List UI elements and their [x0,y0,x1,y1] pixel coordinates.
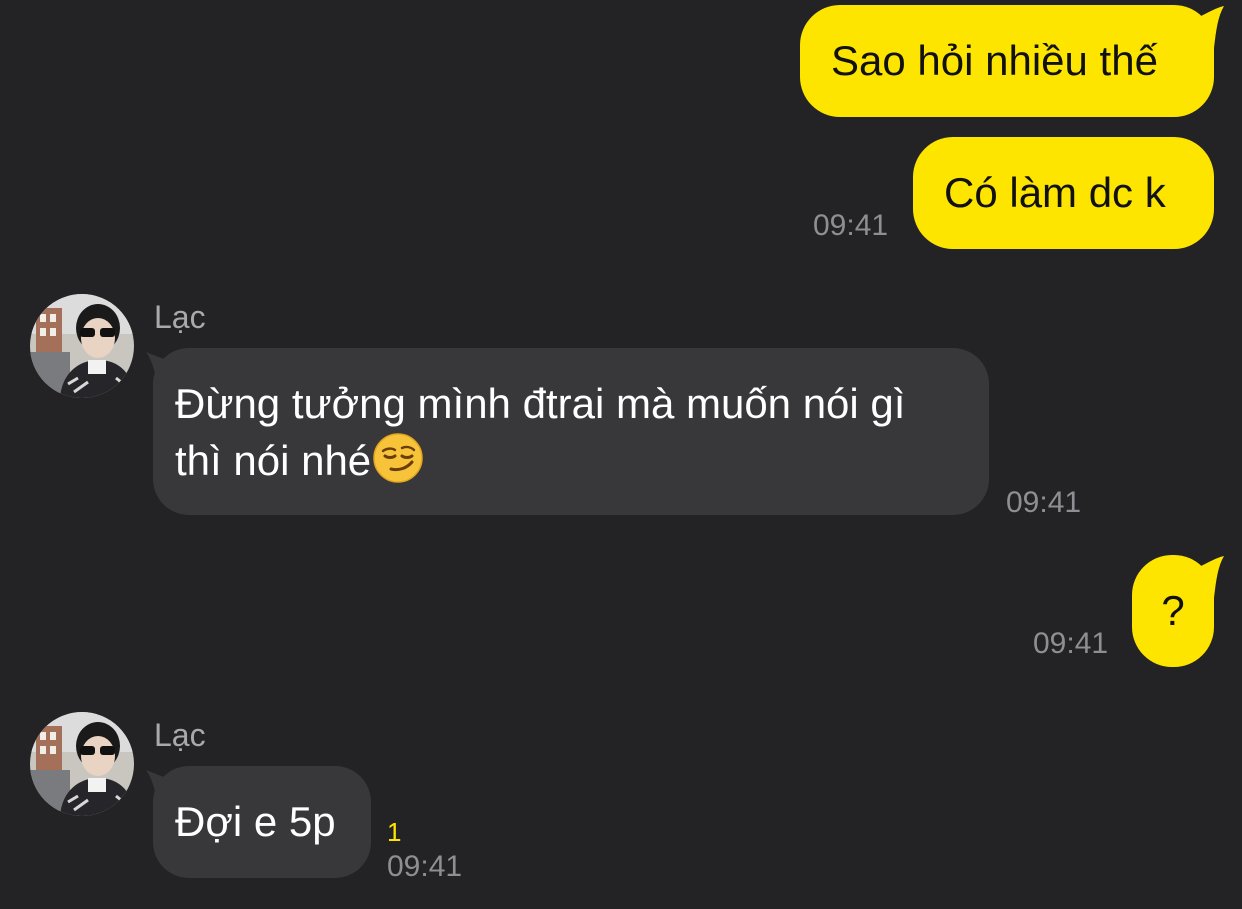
avatar-photo [30,294,134,398]
message-timestamp: 09:41 [387,850,463,883]
smirking-face-emoji [371,433,425,484]
outgoing-message-bubble[interactable]: Có làm dc k [913,137,1214,249]
sender-avatar[interactable] [30,712,134,816]
message-text: Có làm dc k [944,169,1166,216]
message-text: ? [1161,587,1185,634]
sender-name: Lạc [154,717,206,753]
unread-count: 1 [387,817,402,847]
sender-avatar[interactable] [30,294,134,398]
incoming-message-bubble[interactable]: Đợi e 5p [153,766,371,878]
avatar-photo [30,712,134,816]
message-text-line: Đừng tưởng mình đtrai mà muốn nói gì [175,380,906,427]
sender-name: Lạc [154,299,206,335]
message-text-line: thì nói nhé [175,431,989,488]
message-text: Đợi e 5p [175,798,336,845]
outgoing-message-bubble[interactable]: Sao hỏi nhiều thế [800,5,1214,117]
bubble-tail [1186,6,1224,48]
bubble-tail [1186,556,1224,598]
incoming-message-bubble[interactable]: Đừng tưởng mình đtrai mà muốn nói gì thì… [153,348,989,515]
message-timestamp: 09:41 [1033,627,1109,660]
message-text: Sao hỏi nhiều thế [831,37,1158,84]
message-timestamp: 09:41 [813,209,889,242]
message-timestamp: 09:41 [1006,486,1082,519]
